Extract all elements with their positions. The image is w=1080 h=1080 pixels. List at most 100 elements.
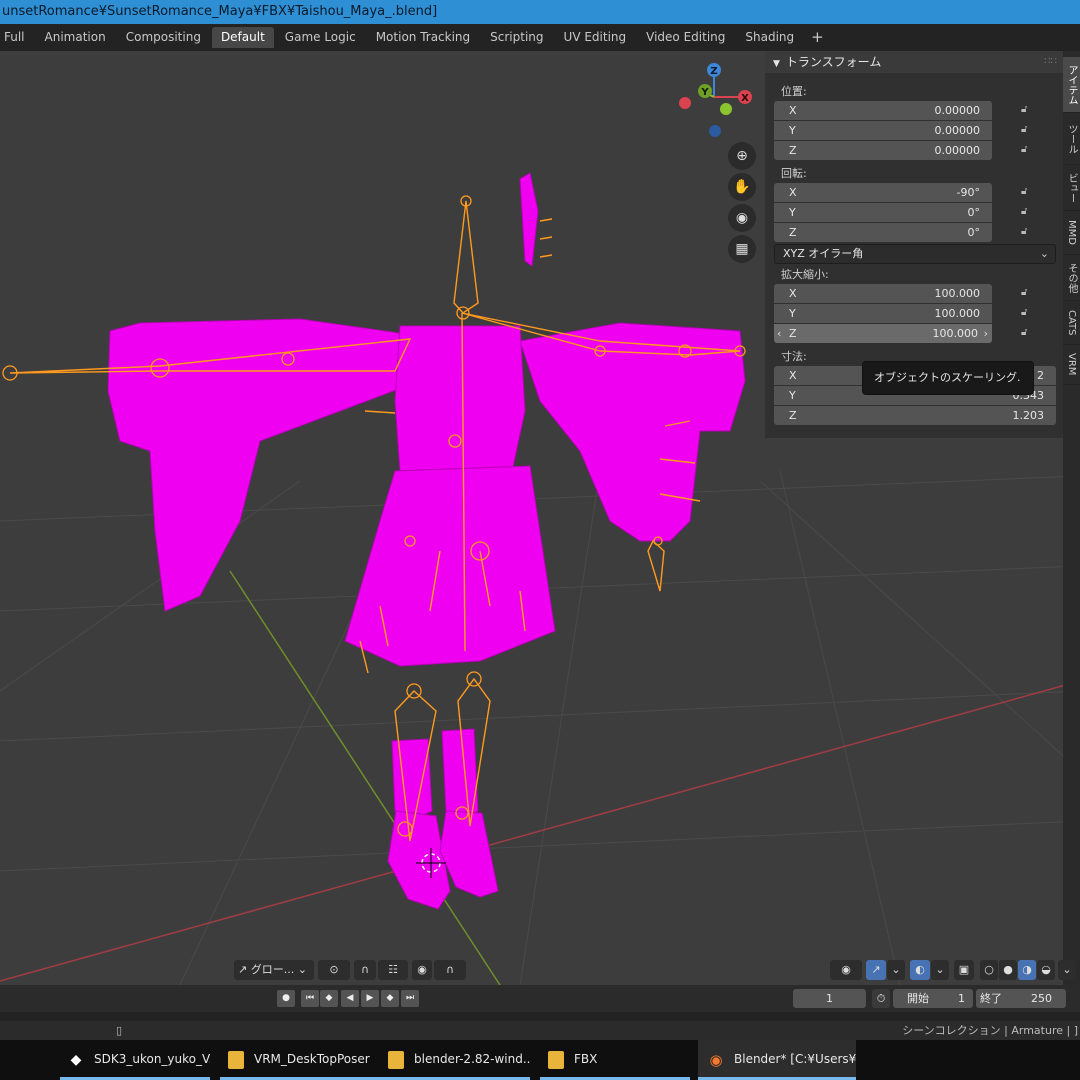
taskbar-item-folder-vrm[interactable]: VRM_DeskTopPoser xyxy=(220,1040,380,1080)
pivot-point-select[interactable]: ⊙ xyxy=(318,960,350,980)
magnet-icon: ∩ xyxy=(360,963,370,976)
overlays-dropdown[interactable]: ⌄ xyxy=(931,960,949,980)
transform-orientation-select[interactable]: ↗ グロー... ⌄ xyxy=(234,960,314,980)
timeline-header: ● ⏮ ◆ ◀ ▶ ◆ ⏭ 1 ⏱ 開始 1 終了 250 xyxy=(0,985,1080,1021)
prev-keyframe-button[interactable]: ◆ xyxy=(320,990,338,1007)
tab-scripting[interactable]: Scripting xyxy=(481,27,552,48)
play-reverse-button[interactable]: ◀ xyxy=(341,990,359,1007)
gizmo-toggle[interactable]: ↗ xyxy=(866,960,886,980)
rotation-fields: X -90° Y 0° Z 0° 🔓︎ 🔓︎ 🔓︎ xyxy=(765,183,1063,242)
sidebar-tab-view[interactable]: ビュー xyxy=(1063,165,1080,211)
tab-video-editing[interactable]: Video Editing xyxy=(637,27,734,48)
lock-icon[interactable]: 🔓︎ xyxy=(1021,226,1035,240)
lock-icon[interactable]: 🔓︎ xyxy=(1021,104,1035,118)
wireframe-sphere-icon: ○ xyxy=(984,963,994,976)
jump-start-button[interactable]: ⏮ xyxy=(301,990,319,1007)
taskbar-item-unity[interactable]: ◆ SDK3_ukon_yuko_V... xyxy=(60,1040,210,1080)
gizmo-dropdown[interactable]: ⌄ xyxy=(887,960,905,980)
lock-icon[interactable]: 🔓︎ xyxy=(1021,186,1035,200)
window-title-bar: unsetRomance¥SunsetRomance_Maya¥FBX¥Tais… xyxy=(0,0,1080,24)
sidebar-tab-cats[interactable]: CATS xyxy=(1063,301,1080,345)
rotation-mode-select[interactable]: XYZ オイラー角 ⌄ xyxy=(774,244,1056,264)
taskbar-item-folder-fbx[interactable]: FBX xyxy=(540,1040,690,1080)
end-frame-field[interactable]: 終了 250 xyxy=(976,989,1066,1008)
tab-game-logic[interactable]: Game Logic xyxy=(276,27,365,48)
gizmo-y-label: Y xyxy=(700,87,709,98)
play-button[interactable]: ▶ xyxy=(361,990,379,1007)
shading-dropdown[interactable]: ⌄ xyxy=(1058,960,1076,980)
camera-icon[interactable]: ◉ xyxy=(728,204,756,232)
scale-x-field[interactable]: X 100.000 xyxy=(774,284,992,303)
eye-icon: ◉ xyxy=(841,963,851,976)
sidebar-tab-item[interactable]: アイテム xyxy=(1063,57,1080,113)
shading-material-button[interactable]: ◑ xyxy=(1018,960,1036,980)
overlays-icon: ◐ xyxy=(915,963,925,976)
increment-arrow-icon[interactable]: › xyxy=(984,324,988,343)
pivot-icon: ⊙ xyxy=(329,963,339,976)
overlays-toggle[interactable]: ◐ xyxy=(910,960,930,980)
sidebar-tab-vrm[interactable]: VRM xyxy=(1063,345,1080,385)
scale-z-field[interactable]: ‹ Z 100.000 › xyxy=(774,324,992,343)
lock-icon[interactable]: 🔓︎ xyxy=(1021,287,1035,301)
tab-shading[interactable]: Shading xyxy=(736,27,803,48)
lock-icon[interactable]: 🔓︎ xyxy=(1021,144,1035,158)
falloff-select[interactable]: ∩ xyxy=(434,960,466,980)
add-workspace-button[interactable]: + xyxy=(805,27,830,48)
windows-taskbar: ◆ SDK3_ukon_yuko_V... VRM_DeskTopPoser bl… xyxy=(0,1040,1080,1080)
tab-animation[interactable]: Animation xyxy=(36,27,115,48)
start-frame-field[interactable]: 開始 1 xyxy=(893,989,973,1008)
visibility-select[interactable]: ◉ xyxy=(830,960,862,980)
proportional-edit-toggle[interactable]: ◉ xyxy=(412,960,432,980)
lock-icon[interactable]: 🔓︎ xyxy=(1021,124,1035,138)
sidebar-tab-tool[interactable]: ツール xyxy=(1063,113,1080,165)
play-icon: ▶ xyxy=(366,993,374,1003)
tab-uv-editing[interactable]: UV Editing xyxy=(555,27,636,48)
dimensions-z-field[interactable]: Z 1.203 xyxy=(774,406,1056,425)
next-keyframe-button[interactable]: ◆ xyxy=(381,990,399,1007)
rendered-sphere-icon: ◒ xyxy=(1041,963,1051,976)
neg-z-axis-handle[interactable] xyxy=(709,125,721,137)
shading-solid-button[interactable]: ● xyxy=(999,960,1017,980)
rotation-x-field[interactable]: X -90° xyxy=(774,183,992,202)
grid-view-icon[interactable]: ▦ xyxy=(728,235,756,263)
snap-target-select[interactable]: ☷ xyxy=(378,960,408,980)
sidebar-tab-mmd[interactable]: MMD xyxy=(1063,211,1080,255)
neg-y-axis-handle[interactable] xyxy=(720,103,732,115)
location-x-field[interactable]: X 0.00000 xyxy=(774,101,992,120)
timeline-ruler[interactable] xyxy=(0,1012,1080,1021)
lock-icon[interactable]: 🔓︎ xyxy=(1021,327,1035,341)
record-button[interactable]: ● xyxy=(277,990,295,1007)
transform-panel-header[interactable]: ▼ トランスフォーム ∷∷ xyxy=(765,51,1063,73)
shading-rendered-button[interactable]: ◒ xyxy=(1037,960,1055,980)
stopwatch-icon: ⏱ xyxy=(876,992,886,1005)
rotation-y-field[interactable]: Y 0° xyxy=(774,203,992,222)
neg-x-axis-handle[interactable] xyxy=(679,97,691,109)
jump-end-button[interactable]: ⏭ xyxy=(401,990,419,1007)
xray-toggle[interactable]: ▣ xyxy=(954,960,974,980)
sidebar-tab-other[interactable]: その他 xyxy=(1063,255,1080,301)
blender-window: unsetRomance¥SunsetRomance_Maya¥FBX¥Tais… xyxy=(0,0,1080,1080)
navigation-gizmo[interactable]: Z X Y xyxy=(670,57,760,147)
scale-y-field[interactable]: Y 100.000 xyxy=(774,304,992,323)
tab-motion-tracking[interactable]: Motion Tracking xyxy=(367,27,479,48)
taskbar-item-blender[interactable]: ◉ Blender* [C:¥Users¥... xyxy=(698,1040,856,1080)
tab-default[interactable]: Default xyxy=(211,27,274,48)
tab-full[interactable]: Full xyxy=(0,27,34,48)
current-frame-field[interactable]: 1 xyxy=(793,989,866,1008)
snap-toggle[interactable]: ∩ xyxy=(354,960,376,980)
drag-grip-icon[interactable]: ∷∷ xyxy=(1044,51,1057,73)
chevron-down-icon: ⌄ xyxy=(1062,963,1072,976)
zoom-icon[interactable]: ⊕ xyxy=(728,142,756,170)
shading-wireframe-button[interactable]: ○ xyxy=(980,960,998,980)
jump-start-icon: ⏮ xyxy=(305,993,315,1003)
lock-icon[interactable]: 🔓︎ xyxy=(1021,307,1035,321)
lock-icon[interactable]: 🔓︎ xyxy=(1021,206,1035,220)
location-y-field[interactable]: Y 0.00000 xyxy=(774,121,992,140)
taskbar-item-folder-blender[interactable]: blender-2.82-wind... xyxy=(380,1040,530,1080)
decrement-arrow-icon[interactable]: ‹ xyxy=(777,324,781,343)
rotation-z-field[interactable]: Z 0° xyxy=(774,223,992,242)
location-z-field[interactable]: Z 0.00000 xyxy=(774,141,992,160)
pan-hand-icon[interactable]: ✋ xyxy=(728,173,756,201)
tab-compositing[interactable]: Compositing xyxy=(117,27,210,48)
preview-range-toggle[interactable]: ⏱ xyxy=(872,989,890,1008)
